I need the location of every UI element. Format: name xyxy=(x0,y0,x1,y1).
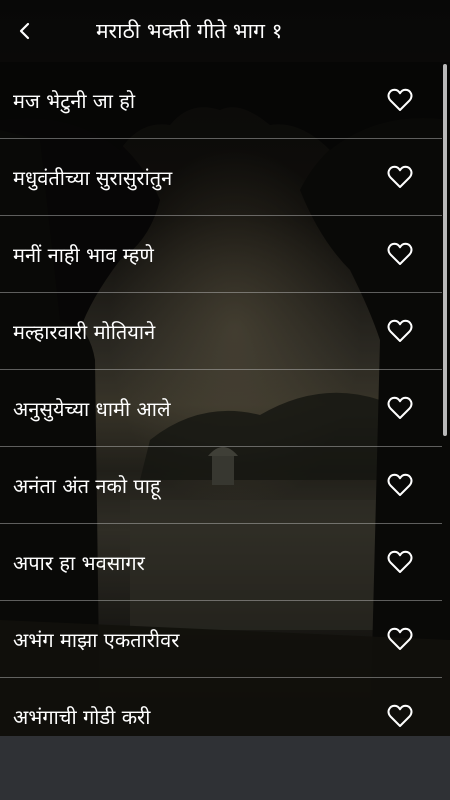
song-title: अनुसुयेच्या धामी आले xyxy=(13,396,171,421)
list-item[interactable]: अनंता अंत नको पाहू xyxy=(0,447,442,524)
app-header: मराठी भक्ती गीते भाग १ xyxy=(0,0,450,62)
song-title: अभंग माझा एकतारीवर xyxy=(13,627,180,652)
heart-outline-icon xyxy=(387,704,413,727)
favorite-button[interactable] xyxy=(386,240,414,268)
list-item[interactable]: अनुसुयेच्या धामी आले xyxy=(0,370,442,447)
song-title: मज भेटुनी जा हो xyxy=(13,88,136,113)
favorite-button[interactable] xyxy=(386,163,414,191)
song-list[interactable]: मज भेटुनी जा हो मधुवंतीच्या सुरासुरांतुन… xyxy=(0,62,442,736)
favorite-button[interactable] xyxy=(386,317,414,345)
app-screen: मराठी भक्ती गीते भाग १ मज भेटुनी जा हो म… xyxy=(0,0,450,800)
heart-outline-icon xyxy=(387,627,413,650)
favorite-button[interactable] xyxy=(386,702,414,730)
back-button[interactable] xyxy=(0,0,48,62)
favorite-button[interactable] xyxy=(386,548,414,576)
song-title: अभंगाची गोडी करी xyxy=(13,704,151,729)
bottom-bar xyxy=(0,736,450,800)
list-item[interactable]: अभंगाची गोडी करी xyxy=(0,678,442,736)
favorite-button[interactable] xyxy=(386,625,414,653)
scrollbar[interactable] xyxy=(443,64,447,436)
song-title: मधुवंतीच्या सुरासुरांतुन xyxy=(13,165,173,190)
chevron-left-icon xyxy=(19,22,30,40)
heart-outline-icon xyxy=(387,165,413,188)
list-item[interactable]: मल्हारवारी मोतियाने xyxy=(0,293,442,370)
favorite-button[interactable] xyxy=(386,394,414,422)
list-item[interactable]: अभंग माझा एकतारीवर xyxy=(0,601,442,678)
favorite-button[interactable] xyxy=(386,86,414,114)
favorite-button[interactable] xyxy=(386,471,414,499)
song-title: अपार हा भवसागर xyxy=(13,550,145,575)
heart-outline-icon xyxy=(387,473,413,496)
heart-outline-icon xyxy=(387,396,413,419)
heart-outline-icon xyxy=(387,550,413,573)
list-item[interactable]: मधुवंतीच्या सुरासुरांतुन xyxy=(0,139,442,216)
list-item[interactable]: मज भेटुनी जा हो xyxy=(0,62,442,139)
heart-outline-icon xyxy=(387,242,413,265)
page-title: मराठी भक्ती गीते भाग १ xyxy=(96,19,283,43)
heart-outline-icon xyxy=(387,319,413,342)
heart-outline-icon xyxy=(387,88,413,111)
song-title: मल्हारवारी मोतियाने xyxy=(13,319,156,344)
list-item[interactable]: अपार हा भवसागर xyxy=(0,524,442,601)
song-title: मनीं नाही भाव म्हणे xyxy=(13,242,154,267)
song-title: अनंता अंत नको पाहू xyxy=(13,473,161,498)
list-item[interactable]: मनीं नाही भाव म्हणे xyxy=(0,216,442,293)
